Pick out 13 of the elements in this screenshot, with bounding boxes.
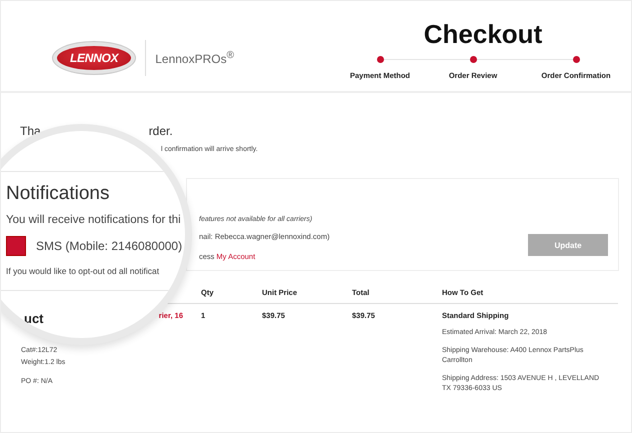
opt-out-text: If you would like to opt-out od all notificat [6,266,160,276]
sms-checkbox[interactable] [6,236,26,256]
step-dot [376,56,384,63]
product-heading: uct [24,311,44,326]
brand-name: LennoxPROs$^{®}$ [155,50,234,66]
page-title: Checkout [424,19,542,50]
sms-option-label: SMS (Mobile: 2146080000) [36,239,182,253]
step-dot [470,56,476,63]
step-dot [572,56,580,63]
heading-text: rder. [148,124,173,138]
notifications-title: Notifications [6,183,110,205]
notifications-intro: You will receive notifications for thi [6,214,182,226]
brand-logo: LENNOX [57,46,132,70]
